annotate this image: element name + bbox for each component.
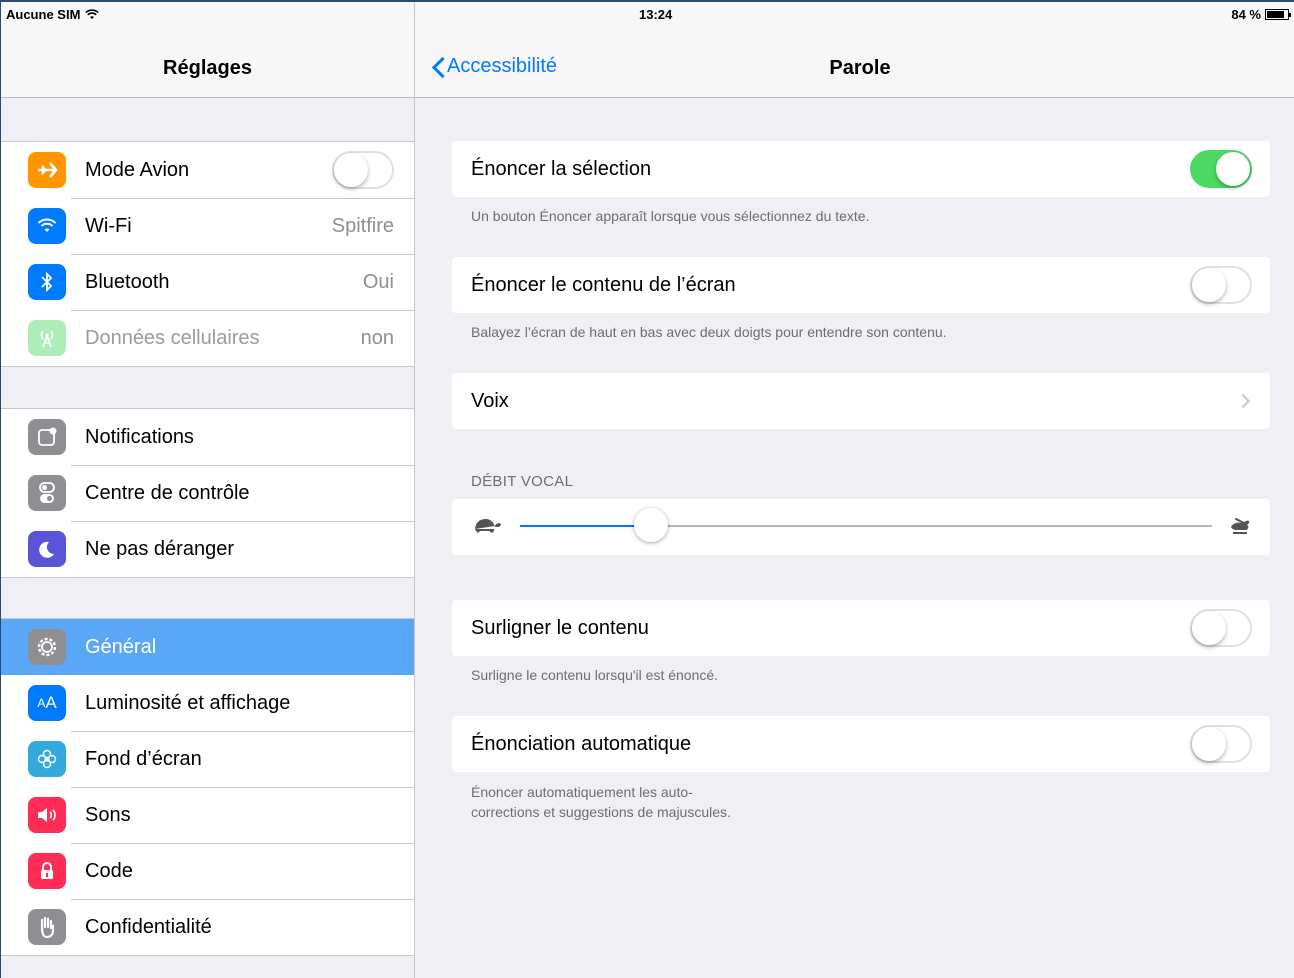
speak-screen-label: Énoncer le contenu de l’écran bbox=[471, 273, 736, 296]
battery-icon bbox=[1265, 9, 1291, 20]
turtle-icon bbox=[472, 515, 502, 540]
auto-speak-footnote-line1: Énoncer automatiquement les auto- bbox=[471, 784, 693, 800]
chevron-right-icon bbox=[1235, 393, 1251, 409]
speak-screen-footnote: Balayez l’écran de haut en bas avec deux… bbox=[471, 324, 947, 340]
speaking-rate-header: DÉBIT VOCAL bbox=[471, 473, 574, 490]
sidebar-item-label: Wi-Fi bbox=[85, 214, 132, 237]
slider-thumb[interactable] bbox=[634, 508, 669, 542]
sidebar-item-sounds[interactable]: Sons bbox=[1, 787, 414, 843]
speak-selection-row[interactable]: Énoncer la sélection bbox=[452, 141, 1270, 197]
speaking-rate-slider[interactable] bbox=[520, 508, 1212, 542]
carrier-label: Aucune SIM bbox=[6, 7, 81, 22]
notifications-icon bbox=[28, 419, 66, 455]
cellular-value: non bbox=[360, 326, 394, 349]
preferences-group: Général AA Luminosité et affichage Fond … bbox=[1, 618, 414, 956]
carrier-info: Aucune SIM bbox=[6, 7, 100, 22]
hand-icon bbox=[28, 909, 66, 945]
ipad-screen: Aucune SIM 13:24 84 % Réglages Mode Avio… bbox=[0, 0, 1294, 978]
sidebar-item-cellular[interactable]: Données cellulaires non bbox=[1, 310, 414, 366]
status-bar: Aucune SIM 13:24 84 % bbox=[1, 2, 1294, 28]
sidebar-item-general[interactable]: Général bbox=[1, 619, 414, 675]
lock-icon bbox=[28, 853, 66, 889]
clock: 13:24 bbox=[639, 7, 673, 22]
speech-detail-pane: Accessibilité Parole Énoncer la sélectio… bbox=[415, 2, 1294, 978]
voices-label: Voix bbox=[471, 389, 509, 412]
sidebar-item-label: Général bbox=[85, 635, 157, 658]
battery-status: 84 % bbox=[1231, 7, 1291, 22]
sidebar-item-airplane-mode[interactable]: Mode Avion bbox=[1, 142, 414, 198]
sidebar-item-label: Luminosité et affichage bbox=[85, 691, 291, 714]
sidebar-item-label: Centre de contrôle bbox=[85, 481, 250, 504]
airplane-mode-switch[interactable] bbox=[332, 151, 394, 189]
gear-icon bbox=[28, 629, 66, 665]
sidebar-item-display-brightness[interactable]: AA Luminosité et affichage bbox=[1, 675, 414, 731]
wallpaper-flower-icon bbox=[28, 741, 66, 777]
hare-icon bbox=[1228, 515, 1252, 540]
sidebar-item-passcode[interactable]: Code bbox=[1, 843, 414, 899]
text-size-icon: AA bbox=[28, 685, 66, 721]
bluetooth-icon bbox=[28, 264, 66, 300]
settings-title: Réglages bbox=[163, 57, 252, 79]
auto-speak-footnote-line2: corrections et suggestions de majuscules… bbox=[471, 804, 731, 820]
sidebar-item-label: Ne pas déranger bbox=[85, 537, 234, 560]
highlight-content-label: Surligner le contenu bbox=[471, 616, 649, 639]
settings-master-pane: Réglages Mode Avion Wi-Fi Spitfire Bluet… bbox=[1, 2, 415, 978]
auto-speak-label: Énonciation automatique bbox=[471, 732, 692, 755]
moon-icon bbox=[28, 531, 66, 567]
speak-selection-label: Énoncer la sélection bbox=[471, 157, 652, 180]
speak-screen-switch[interactable] bbox=[1190, 266, 1252, 304]
speak-selection-footnote: Un bouton Énoncer apparaît lorsque vous … bbox=[471, 208, 870, 224]
airplane-icon bbox=[28, 152, 66, 188]
sidebar-item-wallpaper[interactable]: Fond d’écran bbox=[1, 731, 414, 787]
highlight-content-row[interactable]: Surligner le contenu bbox=[452, 600, 1270, 656]
sidebar-item-label: Mode Avion bbox=[85, 158, 190, 181]
bluetooth-value: Oui bbox=[362, 270, 394, 293]
sidebar-item-label: Sons bbox=[85, 803, 131, 826]
wifi-status-icon bbox=[85, 9, 100, 19]
wifi-icon bbox=[28, 208, 66, 244]
speak-selection-switch[interactable] bbox=[1190, 150, 1252, 188]
sidebar-item-label: Code bbox=[85, 859, 133, 882]
auto-speak-switch[interactable] bbox=[1190, 725, 1252, 763]
speaker-icon bbox=[28, 797, 66, 833]
cellular-antenna-icon bbox=[28, 320, 66, 356]
wifi-network-value: Spitfire bbox=[331, 214, 394, 237]
auto-speak-footnote: Énoncer automatiquement les auto- correc… bbox=[471, 782, 1231, 822]
auto-speak-row[interactable]: Énonciation automatique bbox=[452, 716, 1270, 772]
sidebar-item-control-center[interactable]: Centre de contrôle bbox=[1, 465, 414, 521]
sidebar-item-label: Notifications bbox=[85, 425, 194, 448]
sidebar-item-wifi[interactable]: Wi-Fi Spitfire bbox=[1, 198, 414, 254]
system-group: Notifications Centre de contrôle Ne pas … bbox=[1, 408, 414, 578]
sidebar-item-label: Confidentialité bbox=[85, 915, 212, 938]
highlight-content-footnote: Surligne le contenu lorsqu'il est énoncé… bbox=[471, 667, 719, 683]
speak-screen-row[interactable]: Énoncer le contenu de l’écran bbox=[452, 257, 1270, 313]
speaking-rate-slider-card bbox=[452, 499, 1270, 555]
sidebar-item-label: Données cellulaires bbox=[85, 326, 260, 349]
connectivity-group: Mode Avion Wi-Fi Spitfire Bluetooth Oui … bbox=[1, 141, 414, 367]
sidebar-item-label: Fond d’écran bbox=[85, 747, 202, 770]
battery-percent: 84 % bbox=[1231, 7, 1261, 22]
sidebar-item-bluetooth[interactable]: Bluetooth Oui bbox=[1, 254, 414, 310]
sidebar-item-privacy[interactable]: Confidentialité bbox=[1, 899, 414, 955]
highlight-content-switch[interactable] bbox=[1190, 609, 1252, 647]
control-center-icon bbox=[28, 475, 66, 511]
page-title: Parole bbox=[829, 57, 891, 79]
sidebar-item-label: Bluetooth bbox=[85, 270, 170, 293]
sidebar-item-notifications[interactable]: Notifications bbox=[1, 409, 414, 465]
voices-row[interactable]: Voix bbox=[452, 373, 1270, 429]
sidebar-item-do-not-disturb[interactable]: Ne pas déranger bbox=[1, 521, 414, 577]
